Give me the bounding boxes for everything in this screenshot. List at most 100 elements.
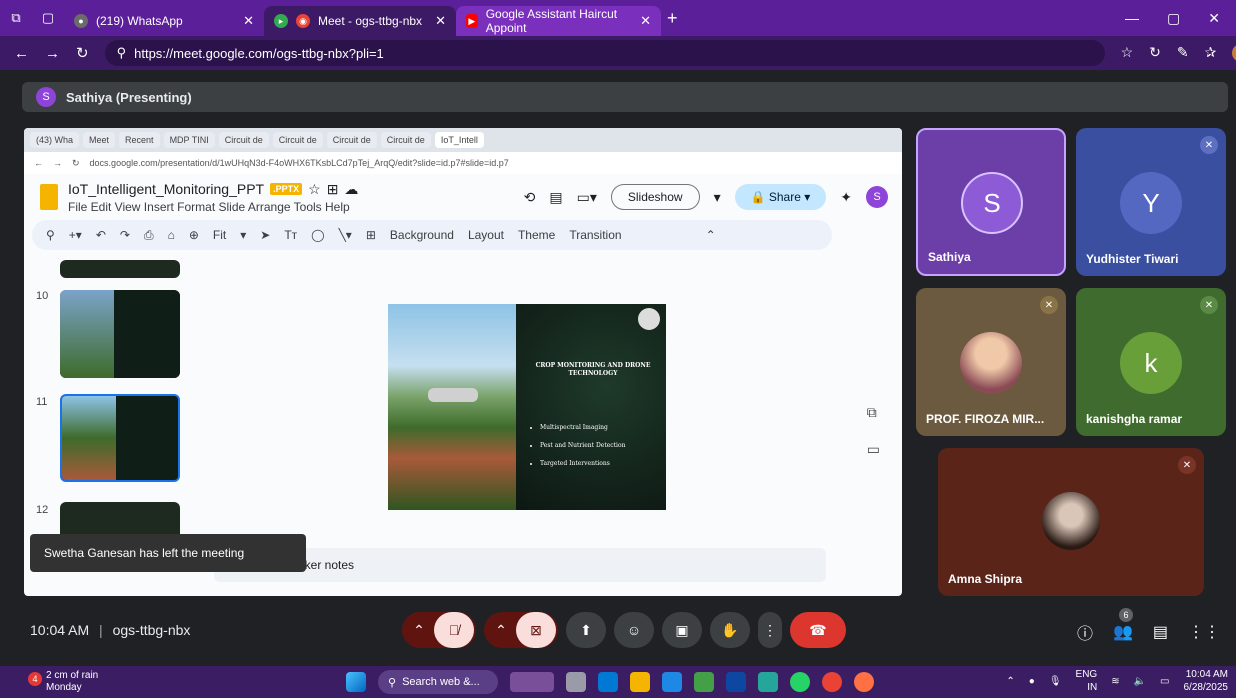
outlook-icon[interactable] (726, 672, 746, 692)
slide-number: 10 (36, 290, 49, 302)
slide-number: 12 (36, 504, 49, 516)
select-icon: ➤ (260, 228, 271, 242)
inner-tab: Circuit de (272, 132, 323, 148)
close-icon[interactable]: ✕ (640, 13, 651, 29)
file-explorer-icon[interactable] (630, 672, 650, 692)
participant-tile-kanishgha[interactable]: ✕ k kanishgha ramar (1076, 288, 1226, 436)
more-options-button[interactable]: ⋮ (758, 612, 782, 648)
participant-tile-amna[interactable]: ✕ Amna Shipra (938, 448, 1204, 596)
battery-icon[interactable]: ▭ (1160, 676, 1169, 687)
inner-tab-active: IoT_Intell (434, 132, 484, 148)
captions-button[interactable]: ▣ (662, 612, 702, 648)
edge-icon[interactable] (598, 672, 618, 692)
tab-youtube[interactable]: ▶ Google Assistant Haircut Appoint ✕ (456, 6, 661, 36)
inner-reload-icon: ↻ (72, 157, 80, 168)
inner-tab: (43) Wha (30, 132, 80, 148)
task-view-icon[interactable] (566, 672, 586, 692)
toolbar-background: Background (389, 228, 454, 242)
close-icon[interactable]: ✕ (243, 13, 254, 29)
raise-hand-button[interactable]: ✋ (710, 612, 750, 648)
chrome-icon[interactable] (822, 672, 842, 692)
participant-tile-firoza[interactable]: ✕ PROF. FIROZA MIR... (916, 288, 1066, 436)
widgets-icon[interactable] (510, 672, 554, 692)
favorites-bar-icon[interactable]: ✰ (1205, 44, 1217, 62)
new-tab-button[interactable]: + (667, 8, 678, 29)
inner-forward-icon: → (53, 158, 62, 168)
participant-avatar: S (961, 172, 1023, 234)
zoom-value: Fit (212, 228, 227, 242)
site-info-icon[interactable]: ⚲ (117, 45, 127, 61)
info-icon[interactable]: ⓘ (1077, 620, 1093, 644)
camera-off-button[interactable]: ⊠ (516, 612, 556, 648)
back-icon[interactable]: ← (14, 45, 29, 62)
participant-tile-yudhister[interactable]: ✕ Y Yudhister Tiwari (1076, 128, 1226, 276)
present-button[interactable]: ⬆ (566, 612, 606, 648)
mic-off-icon: ✕ (1200, 136, 1218, 154)
activities-icon[interactable]: ⋮⋮ (1188, 622, 1220, 642)
participant-tile-sathiya[interactable]: S Sathiya (916, 128, 1066, 276)
slide-canvas: CROP MONITORING AND DRONE TECHNOLOGY Mul… (214, 284, 824, 534)
workspaces-icon[interactable]: ⧉ (0, 0, 32, 36)
wifi-icon[interactable]: ≋ (1111, 676, 1119, 687)
tab-whatsapp[interactable]: ● (219) WhatsApp ✕ (64, 6, 264, 36)
tray-app-icon[interactable]: ● (1029, 676, 1035, 687)
presenter-label: Sathiya (Presenting) (66, 89, 192, 105)
mic-tray-icon[interactable]: 🎙 (1049, 676, 1062, 687)
tab-meet[interactable]: ▸ ◉ Meet - ogs-ttbg-nbx ✕ (264, 6, 456, 36)
participant-name: kanishgha ramar (1086, 412, 1183, 426)
gemini-icon: ✦ (840, 188, 852, 205)
meeting-time: 10:04 AM (30, 622, 90, 638)
slide-thumbnail (60, 260, 180, 278)
video-options-icon[interactable]: ⌃ (486, 622, 516, 639)
copilot-icon[interactable] (662, 672, 682, 692)
people-button[interactable]: 👥 6 (1113, 608, 1133, 642)
chrome-alt-icon[interactable] (854, 672, 874, 692)
presenter-avatar: S (36, 87, 56, 107)
window-close-icon[interactable]: ✕ (1208, 10, 1220, 27)
meeting-info: 10:04 AM | ogs-ttbg-nbx (30, 622, 191, 638)
slide-bullet: Targeted Interventions (540, 455, 658, 473)
meet-icon: ▸ (274, 14, 288, 28)
zoom-icon: ⊕ (188, 228, 199, 242)
store-icon[interactable] (694, 672, 714, 692)
collections-icon[interactable]: ✎ (1177, 44, 1189, 62)
emoji-button[interactable]: ☺ (614, 612, 654, 648)
forward-icon[interactable]: → (45, 45, 60, 62)
url-field[interactable]: ⚲ https://meet.google.com/ogs-ttbg-nbx?p… (104, 40, 1105, 66)
pptx-badge: .PPTX (270, 183, 303, 195)
mic-off-button[interactable]: 🎙̸ (434, 612, 474, 648)
refresh-icon[interactable]: ↻ (1149, 44, 1161, 62)
volume-icon[interactable]: 🔈 (1134, 676, 1146, 687)
language-indicator[interactable]: ENG IN (1076, 668, 1098, 694)
start-icon[interactable] (346, 672, 366, 692)
slide-bullet: Multispectral Imaging (540, 419, 658, 437)
slideshow-dropdown-icon: ▾ (713, 188, 721, 205)
tray-expand-icon[interactable]: ⌃ (1006, 676, 1014, 687)
weather-widget[interactable]: 4 2 cm of rain Monday (0, 670, 98, 694)
move-icon: ⊞ (326, 180, 339, 197)
inner-tab-bar: (43) Wha Meet Recent MDP TINI Circuit de… (24, 128, 902, 152)
leave-call-button[interactable]: ☎ (790, 612, 846, 648)
close-icon[interactable]: ✕ (435, 13, 446, 29)
photos-icon[interactable] (758, 672, 778, 692)
minimize-icon[interactable]: — (1125, 10, 1139, 27)
taskbar-clock[interactable]: 10:04 AM 6/28/2025 (1184, 668, 1229, 694)
reload-icon[interactable]: ↻ (76, 44, 89, 62)
slide-title: CROP MONITORING AND DRONE TECHNOLOGY (535, 362, 651, 378)
meeting-side-controls: ⓘ 👥 6 ▤ ⋮⋮ (1077, 608, 1220, 644)
favorite-icon[interactable]: ☆ (1121, 44, 1134, 62)
shape-icon: ◯ (311, 228, 325, 242)
taskbar-search[interactable]: ⚲ Search web &... (378, 670, 498, 694)
whatsapp-taskbar-icon[interactable] (790, 672, 810, 692)
audio-options-icon[interactable]: ⌃ (404, 622, 434, 639)
folder-icon: ▭ (866, 441, 880, 457)
weather-day: Monday (46, 682, 82, 693)
profile-avatar[interactable] (1232, 44, 1236, 62)
inner-back-icon: ← (34, 158, 43, 168)
recording-icon: ◉ (296, 14, 310, 28)
maximize-icon[interactable]: ▢ (1167, 10, 1180, 27)
chat-icon[interactable]: ▤ (1153, 622, 1168, 642)
search-icon: ⚲ (388, 676, 397, 689)
participant-count: 6 (1118, 608, 1133, 622)
tab-actions-icon[interactable]: ▢ (32, 0, 64, 36)
